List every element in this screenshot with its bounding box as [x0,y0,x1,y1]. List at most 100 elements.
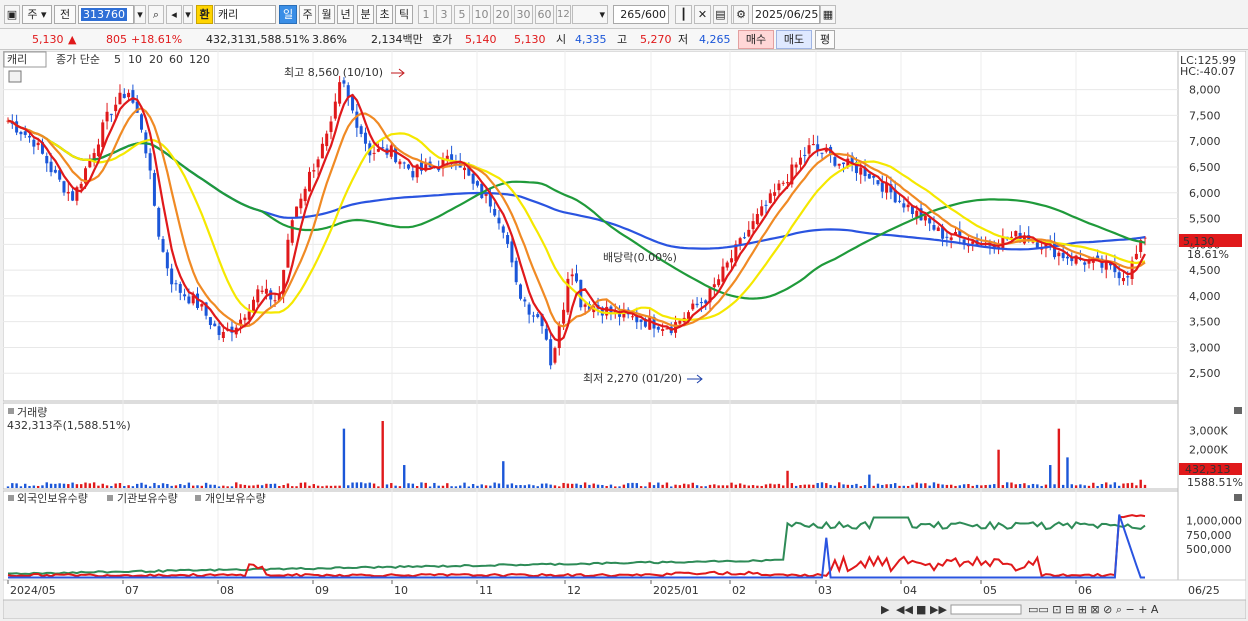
stock-name-field[interactable]: 캐리 [214,5,276,24]
candle-body [605,306,609,316]
window-menu-icon[interactable]: ▣ [4,5,20,24]
scroll-prev-icon[interactable]: ◀◀ [896,603,913,616]
volume-bar [885,484,888,488]
indicator-list-icon[interactable] [8,70,22,83]
period-week-button[interactable]: 주 [299,5,316,24]
stock-code-input[interactable]: 313760 [78,5,134,24]
volume-bar [928,485,931,488]
x-tick-label: 07 [125,584,139,597]
interval-custom-select[interactable]: ▾ [572,5,608,24]
candle-body [23,131,27,135]
interval-1-button[interactable]: 1 [418,5,434,24]
interval-20-button[interactable]: 20 [493,5,512,24]
interval-30-button[interactable]: 30 [514,5,533,24]
price-change-pct: +18.61% [131,33,183,46]
volume-bar [1109,484,1112,488]
candle-body [859,167,863,175]
data-count-field[interactable]: 265/600 [613,5,669,24]
volume-bar [626,483,630,488]
volume-bar [480,484,483,488]
stop-icon[interactable]: ■ [916,603,926,616]
scroll-right-icon[interactable]: ▶ [881,603,890,616]
volume-bar [19,486,23,488]
period-day-button[interactable]: 일 [279,5,297,24]
interval-5-button[interactable]: 5 [454,5,470,24]
volume-bar [919,483,923,488]
interval-10-button[interactable]: 10 [472,5,491,24]
candle-type-icon[interactable]: ┃ [675,5,692,24]
scroll-next-icon[interactable]: ▶▶ [930,603,947,616]
volume-bar [967,484,970,488]
candle-body [531,315,535,317]
buy-button[interactable]: 매수 [738,30,774,49]
volume-panel-close-icon[interactable] [1234,407,1242,414]
volume-bar [209,484,212,488]
candle-body [96,144,100,157]
speaker-dropdown-icon[interactable]: ▾ [183,5,193,24]
market-select[interactable]: 주 ▾ [22,5,52,24]
volume-bar [11,483,14,488]
volume-bar [446,483,449,488]
exchange-tag[interactable]: 환 [196,5,213,24]
period-minute-button[interactable]: 분 [357,5,374,24]
interval-120-button[interactable]: 120 [556,5,571,24]
chart-canvas[interactable]: 캐리 종가 단순 5 10 20 60 120 최고 8,560 (10/10)… [3,51,1246,619]
volume-bar [196,485,199,488]
eval-button[interactable]: 평 [815,30,835,49]
volume-bar [1001,485,1005,488]
volume-bar [868,474,871,488]
settings-icon[interactable]: ⚙ [733,5,749,24]
search-icon[interactable]: ⌕ [148,5,164,24]
period-year-button[interactable]: 년 [337,5,354,24]
x-tick-label: 06/25 [1188,584,1220,597]
zoom-slider[interactable] [950,604,1022,615]
volume-bar [32,485,36,488]
chart-area[interactable]: 캐리 종가 단순 5 10 20 60 120 최고 8,560 (10/10)… [3,51,1246,619]
candle-body [773,192,777,196]
holding-panel-close-icon[interactable] [1234,494,1242,501]
candle-body [557,325,561,349]
volume-bar [364,483,367,488]
candle-body [923,215,927,221]
layout-icons[interactable]: ▭▭ ⊡ ⊟ ⊞ ⊠ ⊘ ⌕ − + A [1028,603,1159,616]
period-month-button[interactable]: 월 [318,5,335,24]
last-pct-label: 18.61% [1187,248,1229,261]
volume-bar [269,483,272,488]
volume-bar [110,486,113,488]
date-field[interactable]: 2025/06/25 [752,5,820,24]
volume-bar [622,484,626,488]
price-tick-label: 3,000 [1189,341,1221,354]
candle-body [747,229,751,237]
calendar-icon[interactable]: ▦ [820,5,836,24]
volume-bar [489,485,492,488]
code-dropdown-icon[interactable]: ▾ [134,5,146,24]
volume-bar [187,482,191,488]
candle-body [811,144,815,146]
candle-body [342,80,346,84]
toolbar: ▣ 주 ▾ 전 313760 ▾ ⌕ ◂ ▾ 환 캐리 일 주 월 년 분 초 … [0,0,1248,29]
period-tick-button[interactable]: 틱 [395,5,413,24]
save-icon[interactable]: ▤ [713,5,728,24]
volume-bar [825,483,828,488]
period-second-button[interactable]: 초 [376,5,393,24]
candle-body [527,304,531,315]
x-tick-label: 11 [479,584,493,597]
volume-bar [777,483,781,488]
interval-3-button[interactable]: 3 [436,5,452,24]
x-tick-label: 05 [983,584,997,597]
candle-body [359,126,363,134]
candle-body [187,296,191,304]
crosshair-icon[interactable]: ✕ [694,5,711,24]
volume-bar [502,461,505,488]
volume-bar [527,484,531,488]
candle-body [501,226,505,233]
candle-body [1014,230,1018,237]
volume-bar [493,482,496,488]
volume-bar [329,485,333,488]
sell-button[interactable]: 매도 [776,30,812,49]
speaker-icon[interactable]: ◂ [166,5,182,24]
interval-60-button[interactable]: 60 [535,5,554,24]
type-select[interactable]: 전 [54,5,76,24]
scroll-controls[interactable]: ▶ ◀◀ ■ ▶▶ ▭▭ ⊡ ⊟ ⊞ ⊠ ⊘ ⌕ − + A [881,603,1159,616]
legend-individual-icon [195,495,201,501]
